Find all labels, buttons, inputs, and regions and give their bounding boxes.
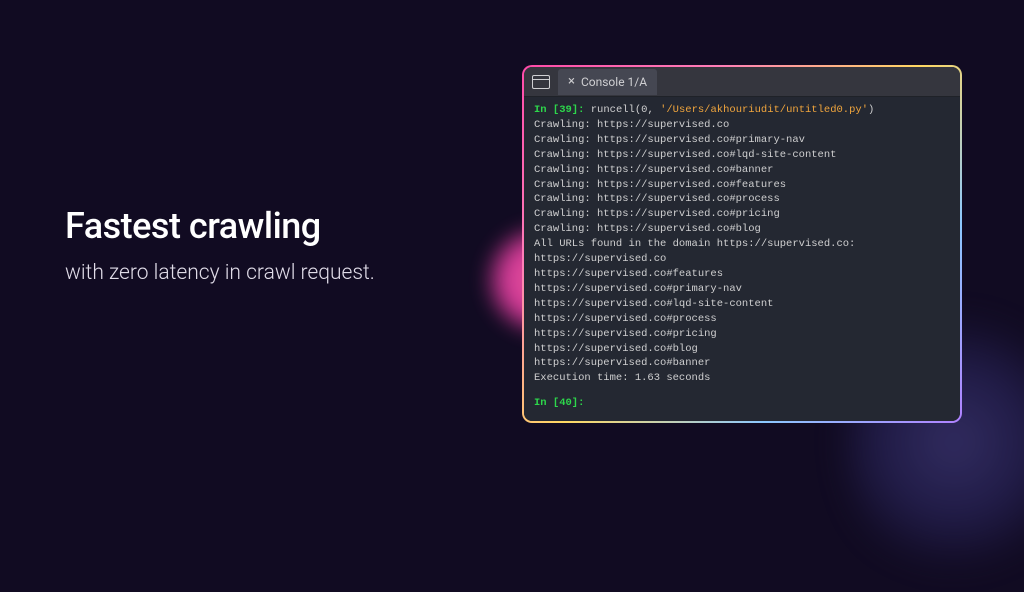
console-titlebar: × Console 1/A [524, 67, 960, 97]
close-icon[interactable]: × [568, 75, 575, 88]
hero-text-block: Fastest crawling with zero latency in cr… [65, 205, 475, 285]
window-icon [532, 75, 550, 89]
output-lines: Crawling: https://supervised.co Crawling… [534, 118, 950, 386]
console-output[interactable]: In [39]: runcell(0, '/Users/akhouriudit/… [524, 97, 960, 421]
hero-subtitle: with zero latency in crawl request. [65, 261, 475, 285]
tab-label: Console 1/A [581, 75, 647, 89]
in-prompt: In [39]: [534, 104, 584, 116]
cmd-path: '/Users/akhouriudit/untitled0.py' [660, 104, 868, 116]
console-tab[interactable]: × Console 1/A [558, 69, 657, 95]
cmd-runcell: runcell( [591, 104, 641, 116]
hero-title: Fastest crawling [65, 205, 475, 247]
in-prompt-next: In [40]: [534, 397, 584, 409]
console-window: × Console 1/A In [39]: runcell(0, '/User… [522, 65, 962, 423]
